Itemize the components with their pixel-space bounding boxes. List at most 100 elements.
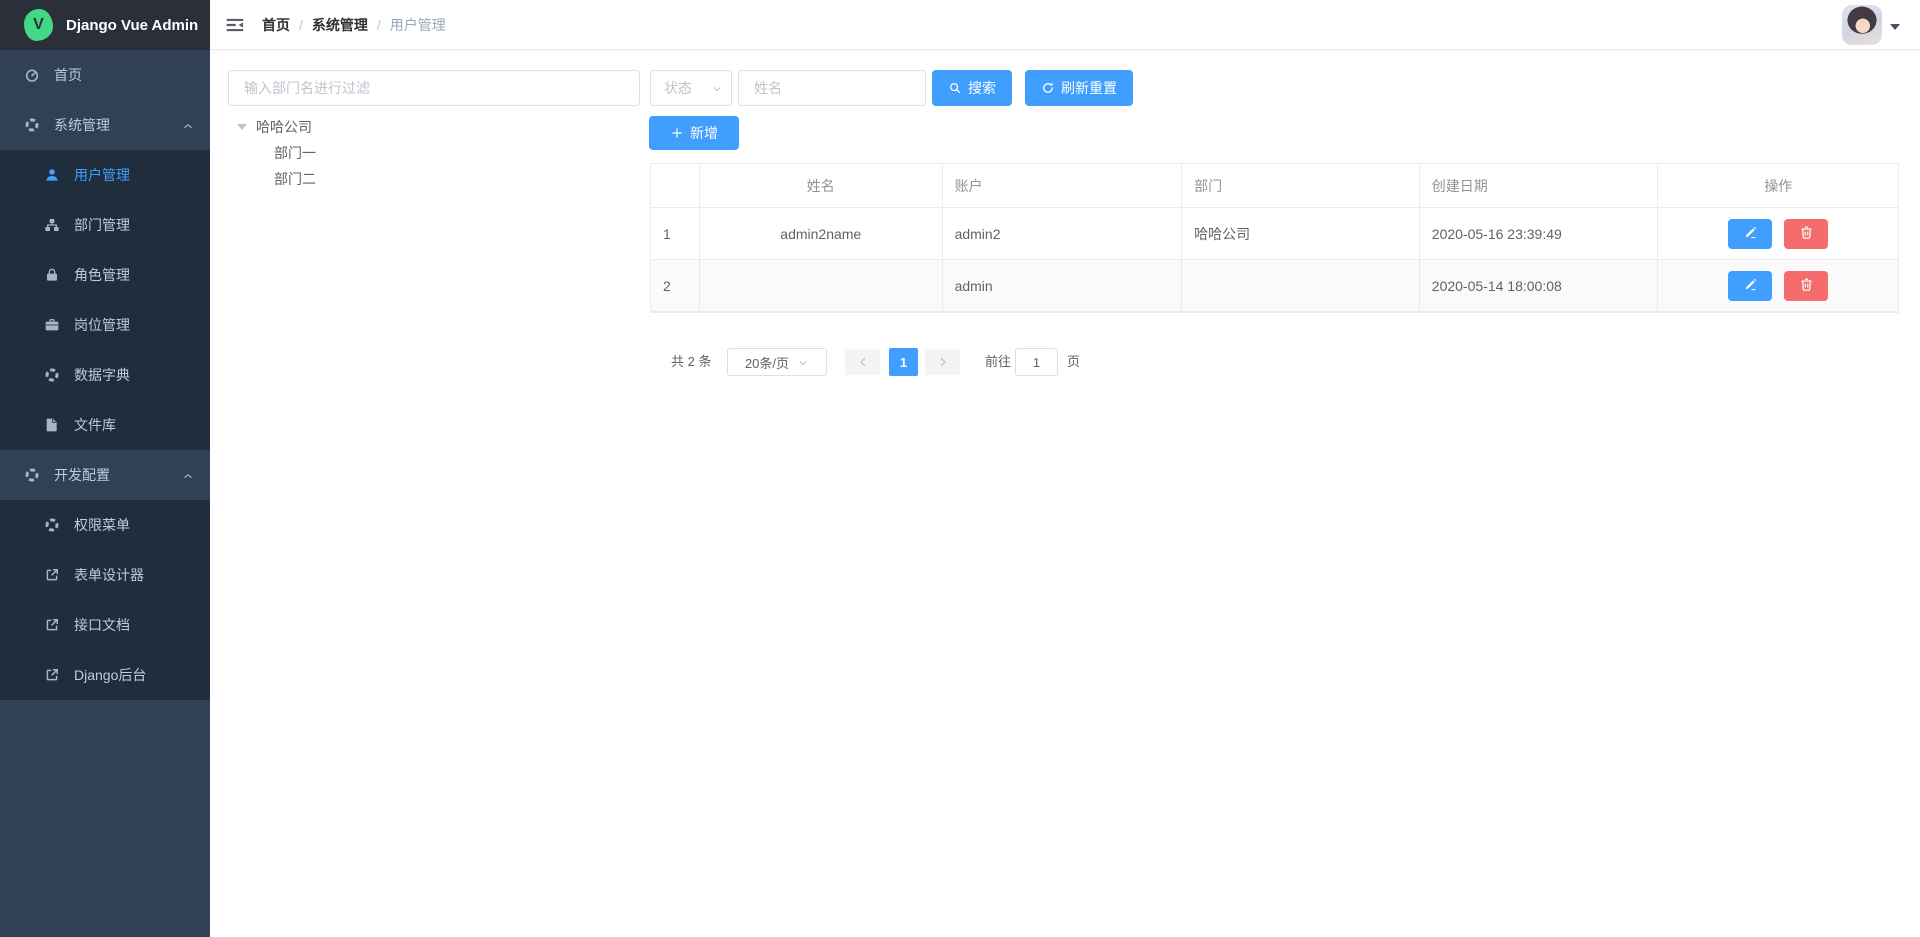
sidebar-item-positions[interactable]: 岗位管理 (0, 300, 210, 350)
app-logo[interactable]: V Django Vue Admin (0, 0, 210, 50)
page-size-select[interactable]: 20条/页 (727, 348, 827, 376)
sidebar-item-label: 系统管理 (54, 115, 110, 135)
sidebar-item-label: 岗位管理 (74, 315, 130, 335)
user-dropdown[interactable] (1842, 5, 1900, 45)
sidebar-item-label: 开发配置 (54, 465, 110, 485)
tree-node-dept2[interactable]: 部门二 (232, 166, 632, 192)
chevron-right-icon (937, 356, 949, 368)
next-page-button[interactable] (925, 349, 960, 375)
document-icon (44, 417, 60, 433)
search-button-label: 搜索 (968, 78, 996, 98)
cell-dept (1182, 260, 1420, 311)
dashboard-icon (24, 67, 40, 83)
user-table: 姓名 账户 部门 创建日期 操作 1 admin2name admin2 哈哈公… (650, 163, 1899, 313)
status-select-placeholder: 状态 (664, 78, 711, 98)
sidebar-item-departments[interactable]: 部门管理 (0, 200, 210, 250)
sidebar-item-label: 首页 (54, 65, 82, 85)
lock-icon (44, 267, 60, 283)
col-header-account: 账户 (943, 164, 1183, 207)
sidebar-item-label: 权限菜单 (74, 515, 130, 535)
caret-down-icon (1890, 24, 1900, 30)
search-button[interactable]: 搜索 (932, 70, 1012, 106)
chevron-down-icon (711, 82, 723, 94)
cell-index: 1 (651, 208, 700, 259)
sidebar-item-label: Django后台 (74, 665, 146, 685)
sidebar-fold-icon[interactable] (210, 0, 260, 50)
dev-submenu: 权限菜单 表单设计器 接口文档 Django后台 (0, 500, 210, 700)
breadcrumb-home[interactable]: 首页 (262, 15, 290, 35)
prev-page-button[interactable] (845, 349, 880, 375)
tree-node-company[interactable]: 哈哈公司 (232, 114, 632, 140)
sidebar-menu: 首页 系统管理 用户管理 部门管理 角色管理 (0, 50, 210, 700)
sidebar-item-permission-menu[interactable]: 权限菜单 (0, 500, 210, 550)
sidebar-item-label: 部门管理 (74, 215, 130, 235)
add-button[interactable]: 新增 (649, 116, 739, 150)
breadcrumb-system[interactable]: 系统管理 (312, 15, 368, 35)
goto-page-input[interactable] (1015, 348, 1058, 376)
sidebar-item-dictionary[interactable]: 数据字典 (0, 350, 210, 400)
breadcrumb: 首页 / 系统管理 / 用户管理 (262, 15, 446, 35)
pagination: 共 2 条 20条/页 1 前往 页 (650, 348, 1350, 376)
sidebar-item-home[interactable]: 首页 (0, 50, 210, 100)
edit-pencil-icon (1743, 225, 1758, 243)
tree-node-label: 哈哈公司 (256, 117, 312, 137)
page-unit-label: 页 (1067, 348, 1080, 376)
sidebar-item-dev-config[interactable]: 开发配置 (0, 450, 210, 500)
component-icon (24, 117, 40, 133)
sidebar-item-roles[interactable]: 角色管理 (0, 250, 210, 300)
delete-button[interactable] (1784, 271, 1828, 301)
cell-name (700, 260, 943, 311)
tree-expand-icon[interactable] (237, 124, 247, 130)
chevron-down-icon (797, 357, 809, 369)
department-filter-input[interactable] (228, 70, 640, 106)
user-management-page: V Django Vue Admin 首页 系统管理 用户管理 部门管理 (0, 0, 1920, 937)
sidebar-item-label: 角色管理 (74, 265, 130, 285)
app-title: Django Vue Admin (66, 17, 198, 34)
briefcase-icon (44, 317, 60, 333)
trash-icon (1799, 225, 1814, 243)
edit-pencil-icon (1743, 277, 1758, 295)
add-button-label: 新增 (690, 123, 718, 143)
refresh-reset-button[interactable]: 刷新重置 (1025, 70, 1133, 106)
avatar (1842, 5, 1882, 45)
plus-icon (670, 126, 684, 140)
col-header-actions: 操作 (1658, 164, 1898, 207)
cell-account: admin (943, 260, 1183, 311)
col-header-index (651, 164, 700, 207)
chevron-left-icon (857, 356, 869, 368)
system-submenu: 用户管理 部门管理 角色管理 岗位管理 数据字典 (0, 150, 210, 450)
sidebar-item-api-docs[interactable]: 接口文档 (0, 600, 210, 650)
pagination-total: 共 2 条 (671, 348, 711, 376)
component-icon (24, 467, 40, 483)
breadcrumb-current: 用户管理 (390, 15, 446, 35)
top-navbar: 首页 / 系统管理 / 用户管理 (210, 0, 1920, 50)
cell-dept: 哈哈公司 (1182, 208, 1420, 259)
edit-button[interactable] (1728, 271, 1772, 301)
external-link-icon (44, 617, 60, 633)
sidebar-item-django-admin[interactable]: Django后台 (0, 650, 210, 700)
search-icon (948, 81, 962, 95)
department-tree: 哈哈公司 部门一 部门二 (232, 114, 632, 192)
page-size-label: 20条/页 (745, 353, 789, 372)
edit-button[interactable] (1728, 219, 1772, 249)
page-number-button[interactable]: 1 (889, 348, 918, 376)
status-select[interactable]: 状态 (650, 70, 732, 106)
delete-button[interactable] (1784, 219, 1828, 249)
chevron-up-icon (182, 119, 194, 131)
user-icon (44, 167, 60, 183)
col-header-dept: 部门 (1182, 164, 1420, 207)
sidebar-item-label: 接口文档 (74, 615, 130, 635)
tree-node-dept1[interactable]: 部门一 (232, 140, 632, 166)
sidebar-item-system[interactable]: 系统管理 (0, 100, 210, 150)
breadcrumb-separator: / (377, 17, 381, 33)
vue-logo-icon: V (24, 9, 53, 41)
col-header-created: 创建日期 (1420, 164, 1659, 207)
sidebar-item-form-designer[interactable]: 表单设计器 (0, 550, 210, 600)
sidebar-item-users[interactable]: 用户管理 (0, 150, 210, 200)
sidebar-item-label: 表单设计器 (74, 565, 144, 585)
table-row: 1 admin2name admin2 哈哈公司 2020-05-16 23:3… (651, 208, 1898, 260)
sidebar-item-files[interactable]: 文件库 (0, 400, 210, 450)
cell-created: 2020-05-16 23:39:49 (1420, 208, 1659, 259)
name-filter-input[interactable] (738, 70, 926, 106)
tree-node-label: 部门二 (274, 169, 316, 189)
